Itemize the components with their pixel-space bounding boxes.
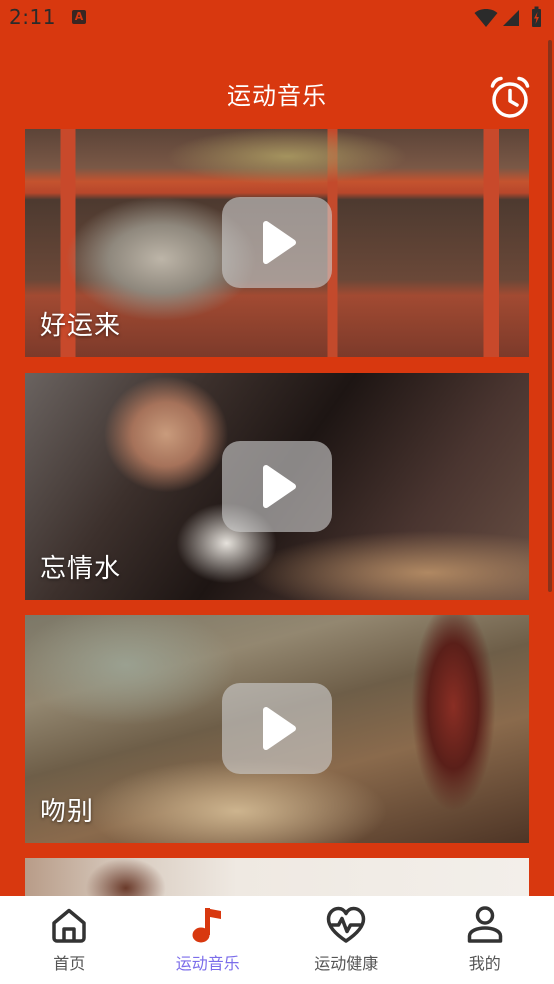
signal-icon xyxy=(502,9,520,31)
nav-item-mine[interactable]: 我的 xyxy=(416,896,554,984)
song-title: 忘情水 xyxy=(40,554,122,584)
play-button[interactable] xyxy=(222,683,332,774)
nav-label: 首页 xyxy=(53,954,86,973)
nav-item-sport-music[interactable]: 运动音乐 xyxy=(139,896,278,984)
page-title: 运动音乐 xyxy=(227,82,327,110)
battery-charging-icon xyxy=(531,6,542,32)
play-button[interactable] xyxy=(222,441,332,532)
status-bar: 2:11 A xyxy=(0,0,554,36)
app-notification-icon: A xyxy=(72,10,86,24)
song-card[interactable]: 吻别 xyxy=(25,615,529,843)
nav-label: 我的 xyxy=(468,954,501,973)
nav-label: 运动音乐 xyxy=(175,954,240,973)
play-icon xyxy=(263,707,296,750)
bottom-nav: 首页 运动音乐 运动健康 我的 xyxy=(0,896,554,984)
play-button[interactable] xyxy=(222,197,332,288)
alarm-clock-icon[interactable] xyxy=(487,74,533,120)
home-icon xyxy=(47,903,91,947)
status-time: 2:11 xyxy=(9,5,56,29)
heart-pulse-icon xyxy=(324,903,368,947)
play-icon xyxy=(263,221,296,264)
song-title: 好运来 xyxy=(40,311,122,341)
wifi-icon xyxy=(474,8,498,32)
nav-item-sport-health[interactable]: 运动健康 xyxy=(277,896,416,984)
play-icon xyxy=(263,465,296,508)
nav-item-home[interactable]: 首页 xyxy=(0,896,139,984)
music-note-icon xyxy=(186,903,230,947)
person-icon xyxy=(463,903,507,947)
nav-label: 运动健康 xyxy=(314,954,379,973)
scrollbar[interactable] xyxy=(548,40,552,592)
song-card[interactable]: 忘情水 xyxy=(25,373,529,600)
song-card[interactable]: 好运来 xyxy=(25,129,529,357)
song-title: 吻别 xyxy=(40,797,95,827)
